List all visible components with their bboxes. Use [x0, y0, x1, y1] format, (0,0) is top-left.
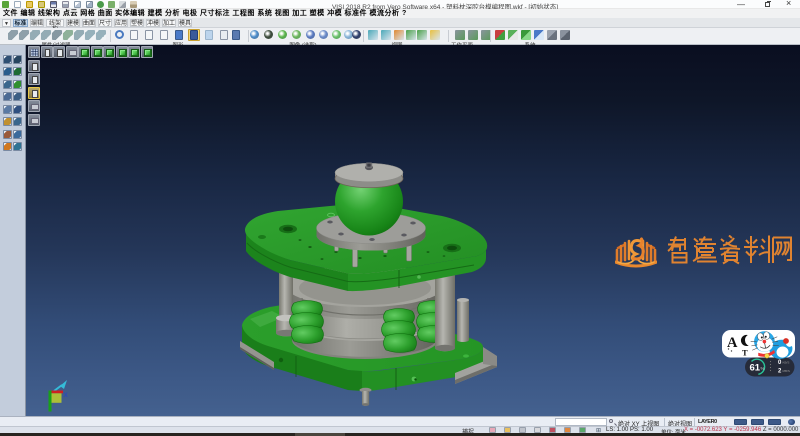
svg-text:T: T — [742, 348, 748, 358]
svg-text:61: 61 — [750, 363, 761, 374]
svg-text:X: X — [64, 392, 69, 399]
svg-text:MB/S: MB/S — [783, 369, 790, 373]
svg-text:%: % — [761, 366, 765, 371]
svg-text:KB/S: KB/S — [783, 361, 790, 365]
